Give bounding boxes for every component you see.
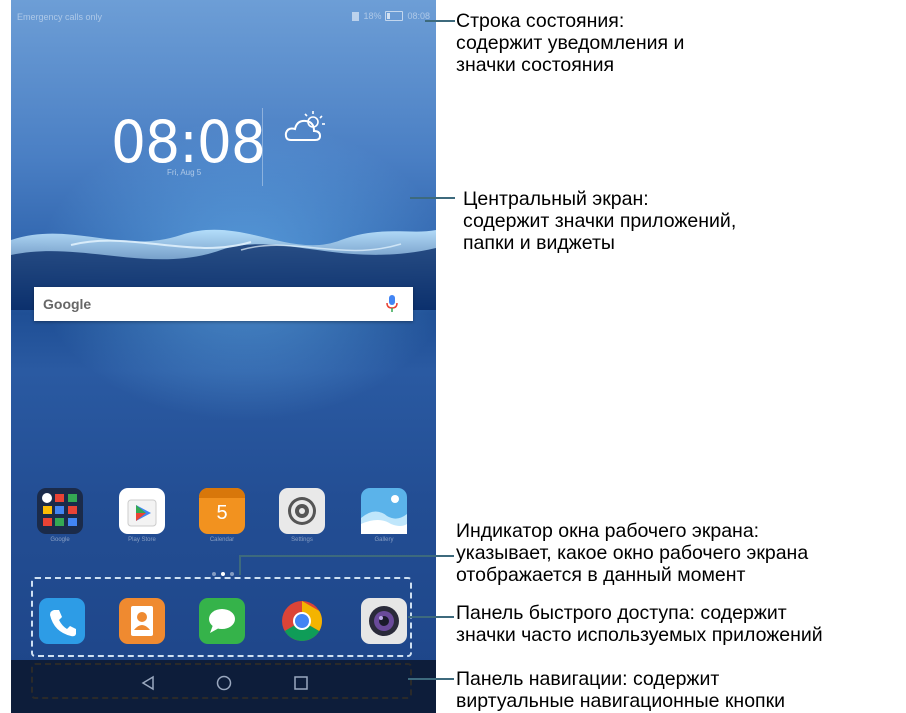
- app-label-gallery: Gallery: [374, 537, 394, 543]
- page-dot-1[interactable]: [212, 572, 216, 576]
- annotation-line: Панель навигации: содержит: [456, 668, 720, 690]
- google-folder[interactable]: [37, 488, 83, 534]
- annotation-line: значки состояния: [456, 54, 615, 76]
- app-label-settings: Settings: [291, 537, 313, 543]
- play-store-app[interactable]: [119, 488, 165, 534]
- navbar-highlight: [31, 663, 412, 699]
- annotation-line: Строка состояния:: [456, 10, 625, 32]
- partly-cloudy-icon[interactable]: [283, 108, 327, 148]
- annotation-status-bar: Строка состояния: содержит уведомления и…: [456, 10, 684, 76]
- google-logo: Google: [43, 296, 92, 312]
- page-dot-2[interactable]: [221, 572, 225, 576]
- calendar-app[interactable]: 5: [199, 488, 245, 534]
- annotation-line: виртуальные навигационные кнопки: [456, 690, 786, 712]
- annotation-dock: Панель быстрого доступа: содержит значки…: [456, 602, 823, 646]
- gear-icon: [288, 497, 316, 525]
- calendar-icon: [199, 488, 245, 498]
- annotation-page-indicator: Индикатор окна рабочего экрана: указывае…: [456, 520, 808, 586]
- annotation-nav-bar: Панель навигации: содержит виртуальные н…: [456, 668, 785, 712]
- clock-date: Fri, Aug 5: [167, 168, 202, 177]
- callout-line-navbar: [408, 678, 454, 680]
- battery-icon: [385, 11, 404, 21]
- annotation-line: Центральный экран:: [463, 188, 649, 210]
- callout-line-indicator: [239, 555, 454, 557]
- google-search-bar[interactable]: Google: [34, 287, 413, 321]
- callout-line-indicator-drop: [239, 555, 241, 575]
- battery-percent: 18%: [363, 11, 382, 21]
- annotation-line: указывает, какое окно рабочего экрана: [456, 542, 809, 564]
- settings-app[interactable]: [279, 488, 325, 534]
- carrier-text: Emergency calls only: [17, 12, 103, 22]
- gallery-icon: [361, 495, 407, 534]
- play-store-icon: [127, 499, 157, 527]
- annotation-line: содержит значки приложений,: [463, 210, 737, 232]
- calendar-day: 5: [216, 502, 228, 524]
- page-dot-3[interactable]: [230, 572, 234, 576]
- microphone-icon[interactable]: [386, 295, 398, 313]
- annotation-main-screen: Центральный экран: содержит значки прило…: [463, 188, 736, 254]
- app-label-play-store: Play Store: [128, 537, 156, 543]
- annotation-line: значки часто используемых приложений: [456, 624, 823, 646]
- gallery-app[interactable]: [361, 488, 407, 534]
- dock-highlight: [31, 577, 412, 657]
- annotation-line: Панель быстрого доступа: содержит: [456, 602, 787, 624]
- folder-icon: [42, 493, 77, 526]
- callout-line-main: [410, 197, 455, 199]
- sim-icon: [352, 11, 360, 21]
- status-bar[interactable]: Emergency calls only 18% 08:08: [11, 0, 436, 28]
- widget-divider: [262, 108, 263, 186]
- callout-line-status: [425, 20, 455, 22]
- app-label-google: Google: [50, 537, 70, 543]
- clock-time[interactable]: 08:08: [111, 108, 266, 176]
- annotation-line: папки и виджеты: [463, 232, 615, 254]
- annotation-line: отображается в данный момент: [456, 564, 746, 586]
- app-label-calendar: Calendar: [209, 537, 235, 543]
- annotation-line: Индикатор окна рабочего экрана:: [456, 520, 760, 542]
- annotation-line: содержит уведомления и: [456, 32, 685, 54]
- callout-line-dock: [408, 616, 454, 618]
